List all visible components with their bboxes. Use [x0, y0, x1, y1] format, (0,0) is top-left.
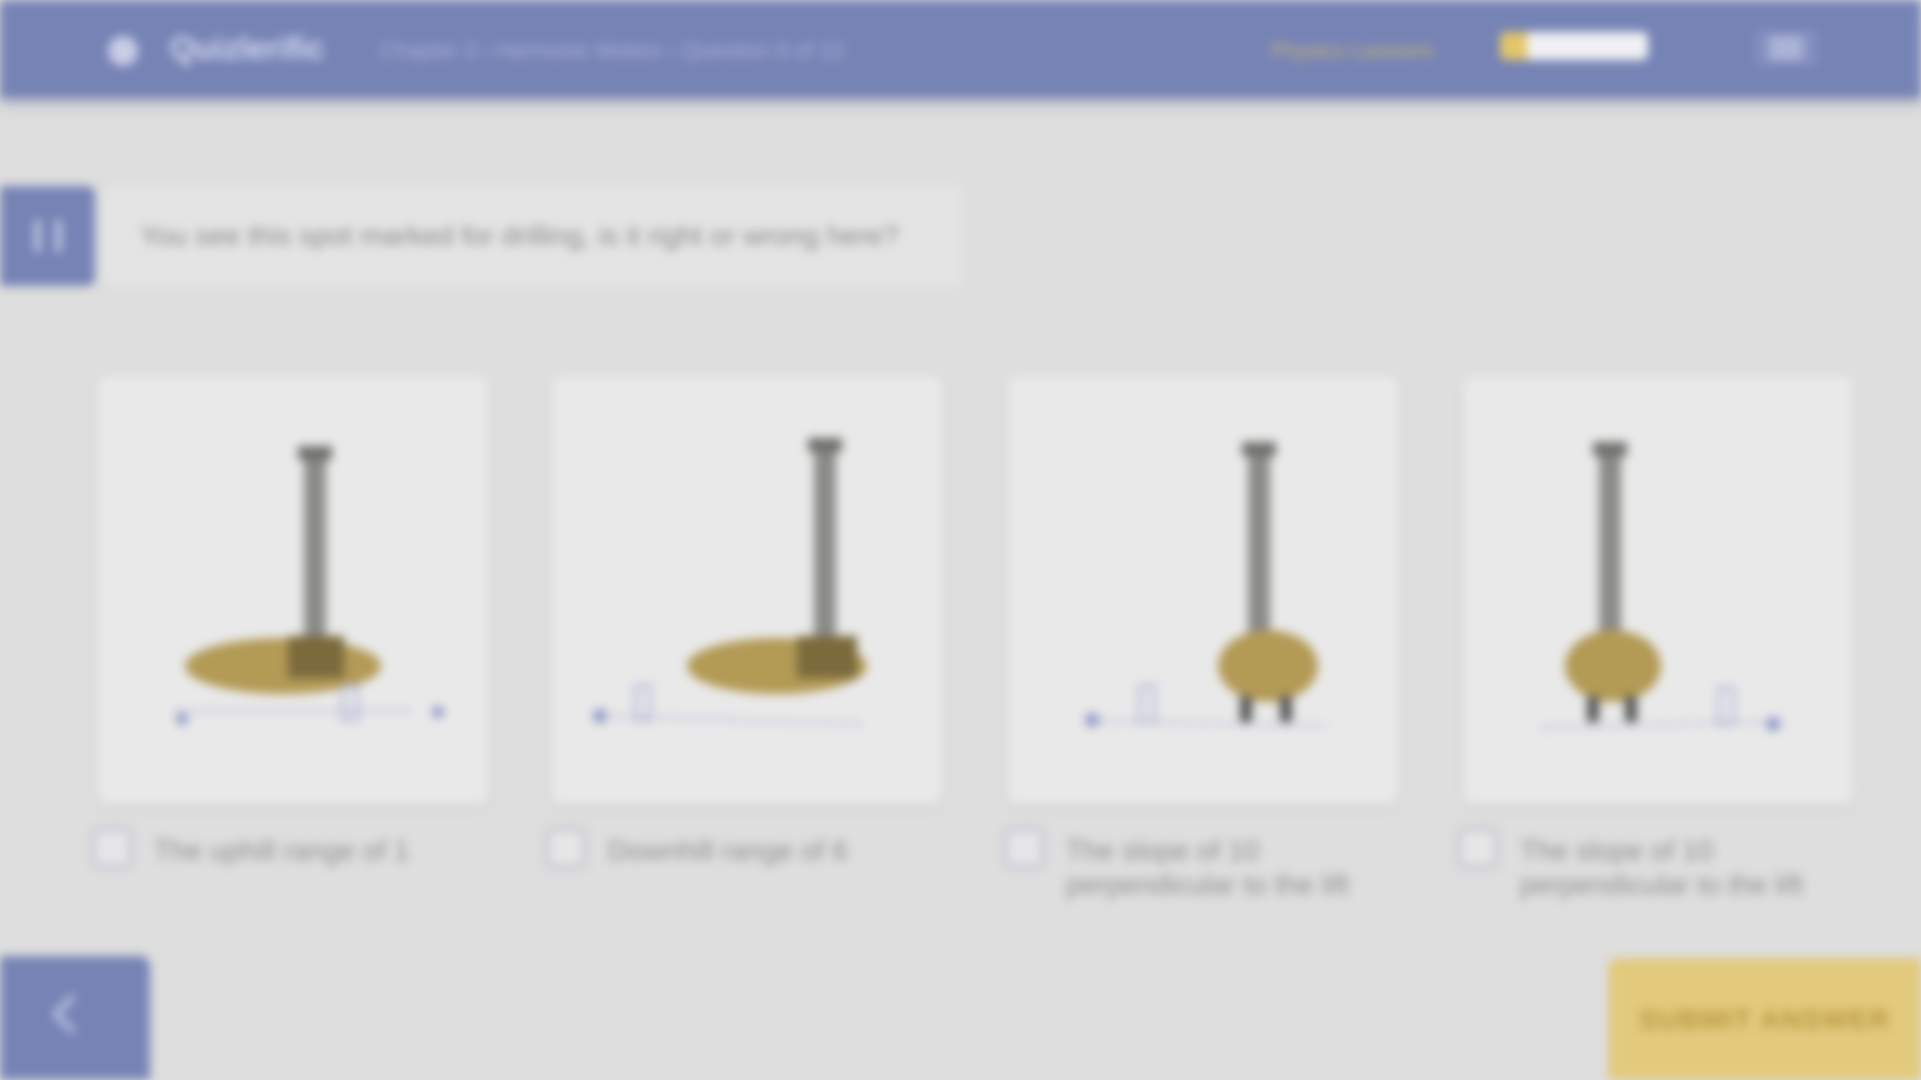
chevron-left-icon: [52, 994, 92, 1034]
progress-fill: [1500, 32, 1527, 60]
option-checkbox[interactable]: [92, 828, 132, 868]
hamburger-icon: [1769, 46, 1803, 50]
submit-label: SUBMIT ANSWER: [1638, 1004, 1891, 1035]
drill-rig-image: [176, 446, 444, 725]
pause-icon: [35, 220, 61, 252]
breadcrumb: Chapter 3 › Harmonic Motion › Question 6…: [380, 38, 844, 63]
option-3[interactable]: The slope of 10 perpendicular to the lif…: [1004, 828, 1396, 902]
answer-card-3[interactable]: [1008, 376, 1398, 804]
course-label[interactable]: Physics Lessons: [1270, 38, 1434, 64]
submit-button[interactable]: SUBMIT ANSWER: [1608, 958, 1921, 1080]
hamburger-icon: [1769, 38, 1803, 42]
question-marker: [0, 186, 95, 286]
option-label: Downhill range of 6: [608, 835, 848, 866]
top-bar: Quizlerific Chapter 3 › Harmonic Motion …: [0, 0, 1921, 98]
option-label: The uphill range of 1: [154, 835, 410, 866]
question-text: You see this spot marked for drilling, i…: [140, 220, 899, 251]
option-label: The slope of 10 perpendicular to the lif…: [1066, 835, 1350, 900]
option-1[interactable]: The uphill range of 1: [92, 828, 484, 868]
option-checkbox[interactable]: [1004, 828, 1044, 868]
drill-rig-image: [1085, 442, 1329, 728]
progress-bar: [1500, 32, 1648, 60]
drill-rig-image: [1542, 442, 1784, 731]
drill-rig-image: [593, 438, 868, 726]
option-2[interactable]: Downhill range of 6: [546, 828, 938, 868]
app-logo[interactable]: Quizlerific: [170, 30, 325, 67]
option-4[interactable]: The slope of 10 perpendicular to the lif…: [1458, 828, 1850, 902]
answer-card-4[interactable]: [1463, 376, 1853, 804]
question-box: You see this spot marked for drilling, i…: [104, 186, 962, 286]
menu-button[interactable]: [1755, 30, 1817, 66]
logo-circle-icon: [108, 36, 138, 66]
back-button[interactable]: [0, 956, 150, 1080]
option-checkbox[interactable]: [1458, 828, 1498, 868]
option-label: The slope of 10 perpendicular to the lif…: [1520, 835, 1804, 900]
answer-card-2[interactable]: [552, 376, 942, 804]
option-checkbox[interactable]: [546, 828, 586, 868]
hamburger-icon: [1769, 54, 1803, 58]
answer-card-1[interactable]: [98, 376, 488, 804]
